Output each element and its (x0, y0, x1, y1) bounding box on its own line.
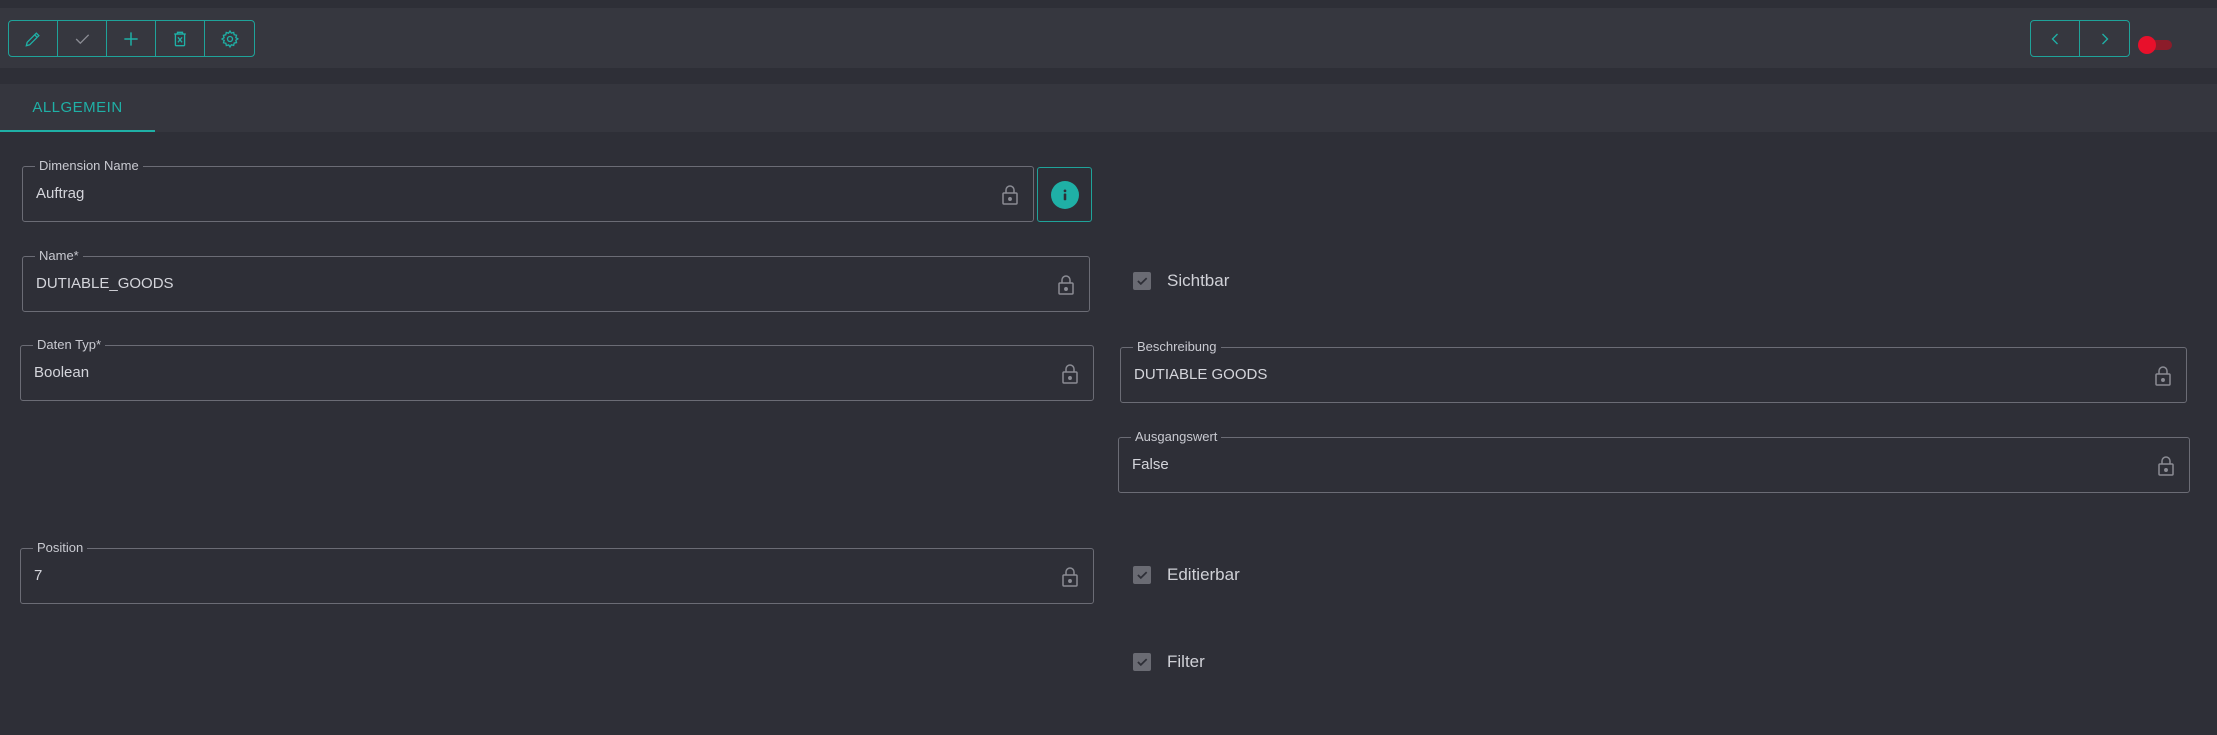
dimension-name-field[interactable]: Dimension Name Auftrag (22, 158, 1034, 222)
toggle-knob (2138, 36, 2156, 54)
dimension-name-label: Dimension Name (35, 158, 143, 173)
daten-typ-value: Boolean (34, 364, 90, 381)
filter-label: Filter (1167, 652, 1205, 671)
add-button[interactable] (107, 21, 156, 56)
info-button[interactable] (1037, 167, 1092, 222)
tab-bar: ALLGEMEIN (0, 84, 2217, 132)
info-icon (1050, 180, 1079, 209)
sichtbar-checkbox[interactable] (1133, 272, 1151, 290)
chevron-left-icon (2051, 33, 2058, 44)
editierbar-checkbox-row[interactable]: Editierbar (1133, 565, 1240, 585)
status-toggle[interactable] (2138, 36, 2174, 54)
pencil-icon (25, 31, 40, 47)
name-label: Name* (35, 248, 83, 263)
previous-button[interactable] (2031, 21, 2080, 56)
name-value: DUTIABLE_GOODS (36, 275, 174, 292)
chevron-right-icon (2101, 33, 2108, 44)
action-button-group (8, 20, 255, 57)
lock-icon (1062, 567, 1078, 587)
sichtbar-label: Sichtbar (1167, 271, 1230, 290)
check-icon (75, 33, 90, 44)
lock-icon (1062, 364, 1078, 384)
beschreibung-label: Beschreibung (1133, 339, 1221, 354)
daten-typ-field[interactable]: Daten Typ* Boolean (20, 337, 1094, 401)
plus-icon (124, 31, 138, 46)
ausgangswert-value: False (1132, 456, 1169, 473)
save-button[interactable] (58, 21, 107, 56)
delete-button[interactable] (156, 21, 205, 56)
toolbar (0, 8, 2217, 68)
filter-checkbox[interactable] (1133, 653, 1151, 671)
lock-icon (2155, 366, 2171, 386)
position-label: Position (33, 540, 88, 555)
next-button[interactable] (2080, 21, 2129, 56)
check-icon (1137, 658, 1148, 667)
editierbar-label: Editierbar (1167, 565, 1240, 584)
lock-icon (1002, 185, 1018, 205)
ausgangswert-field[interactable]: Ausgangswert False (1118, 429, 2190, 493)
check-icon (1137, 277, 1148, 286)
navigation-button-group (2030, 20, 2130, 57)
gear-icon (220, 29, 239, 48)
delete-icon (174, 31, 186, 46)
editierbar-checkbox[interactable] (1133, 566, 1151, 584)
ausgangswert-label: Ausgangswert (1131, 429, 1222, 444)
filter-checkbox-row[interactable]: Filter (1133, 652, 1205, 672)
settings-button[interactable] (205, 21, 254, 56)
edit-button[interactable] (9, 21, 58, 56)
beschreibung-value: DUTIABLE GOODS (1134, 366, 1268, 383)
beschreibung-field[interactable]: Beschreibung DUTIABLE GOODS (1120, 339, 2187, 403)
position-field[interactable]: Position 7 (20, 540, 1094, 604)
lock-icon (1058, 275, 1074, 295)
name-field[interactable]: Name* DUTIABLE_GOODS (22, 248, 1090, 312)
position-value: 7 (34, 567, 43, 584)
sichtbar-checkbox-row[interactable]: Sichtbar (1133, 271, 1229, 291)
dimension-name-value: Auftrag (36, 185, 85, 202)
daten-typ-label: Daten Typ* (33, 337, 106, 352)
tab-allgemein[interactable]: ALLGEMEIN (0, 84, 155, 132)
lock-icon (2158, 456, 2174, 476)
check-icon (1137, 571, 1148, 580)
